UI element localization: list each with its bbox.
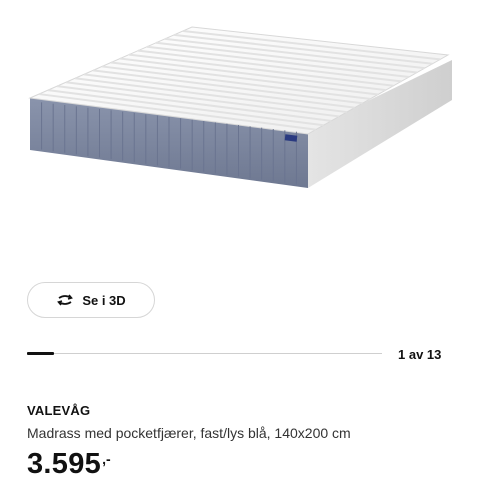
price-suffix: ,- xyxy=(102,451,111,467)
product-price: 3.595,- xyxy=(27,448,111,481)
gallery-progress-bar[interactable] xyxy=(27,346,382,362)
progress-fill xyxy=(27,352,55,355)
view-3d-button[interactable]: Se i 3D xyxy=(27,282,155,318)
image-counter: 1 av 13 xyxy=(398,347,442,362)
price-amount: 3.595 xyxy=(27,448,102,480)
mattress-illustration xyxy=(28,26,452,188)
view-3d-label: Se i 3D xyxy=(82,292,126,308)
progress-track xyxy=(27,353,382,354)
rotate-3d-icon xyxy=(56,293,74,307)
product-image[interactable] xyxy=(0,0,480,270)
product-name[interactable]: VALEVÅG xyxy=(27,403,90,418)
product-description: Madrass med pocketfjærer, fast/lys blå, … xyxy=(27,425,351,441)
